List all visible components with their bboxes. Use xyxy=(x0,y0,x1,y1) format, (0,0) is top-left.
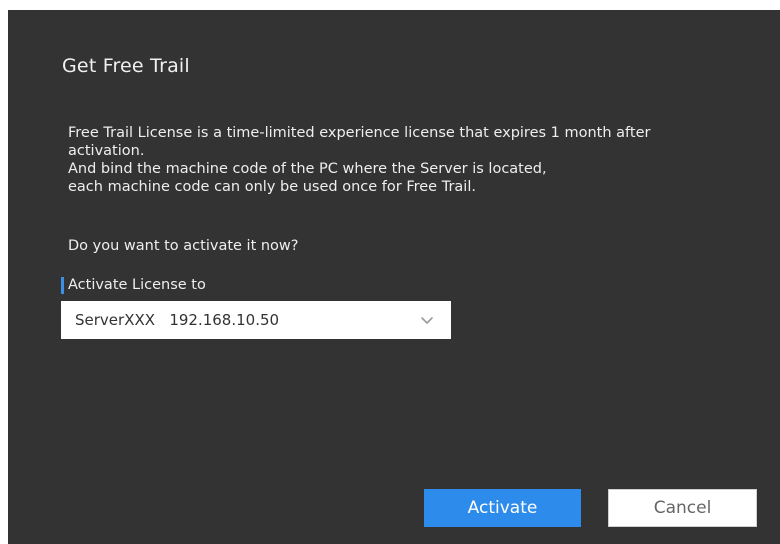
activate-button[interactable]: Activate xyxy=(424,489,581,527)
description-line: Free Trail License is a time-limited exp… xyxy=(68,125,651,159)
chevron-down-icon xyxy=(421,317,433,324)
activate-license-label-text: Activate License to xyxy=(68,277,206,293)
cancel-button[interactable]: Cancel xyxy=(608,489,757,527)
dialog-title: Get Free Trail xyxy=(62,55,190,77)
label-marker xyxy=(61,276,64,294)
server-select[interactable]: ServerXXX 192.168.10.50 xyxy=(61,301,451,339)
activation-question: Do you want to activate it now? xyxy=(68,238,299,254)
description-line: And bind the machine code of the PC wher… xyxy=(68,161,547,177)
get-free-trail-dialog: Get Free Trail Free Trail License is a t… xyxy=(8,10,780,544)
activate-license-label: Activate License to xyxy=(61,276,206,294)
dialog-description: Free Trail License is a time-limited exp… xyxy=(68,124,728,196)
description-line: each machine code can only be used once … xyxy=(68,179,476,195)
server-select-value: ServerXXX 192.168.10.50 xyxy=(75,311,280,329)
